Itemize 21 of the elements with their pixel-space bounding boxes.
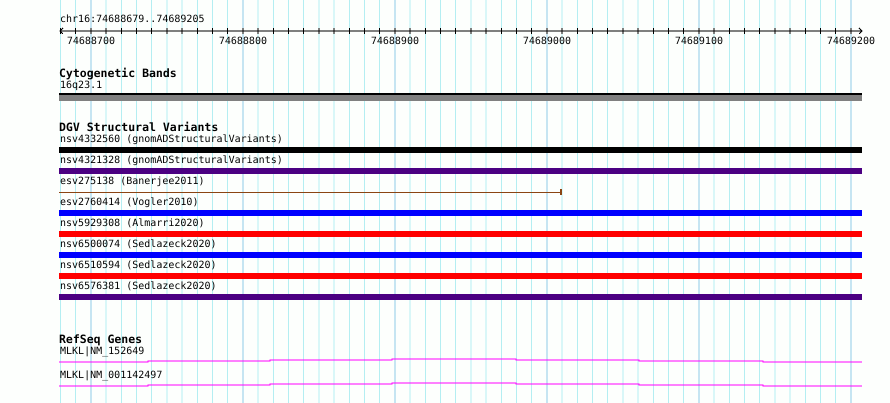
track-title: RefSeq Genes bbox=[59, 333, 144, 346]
tick-label: 74688700 bbox=[66, 36, 115, 48]
gene-label: MLKL|NM_001142497 bbox=[60, 370, 162, 382]
tick-label: 74689000 bbox=[522, 36, 571, 48]
variant-label: nsv4332560 (gnomADStructuralVariants) bbox=[60, 134, 283, 146]
band-label: 16q23.1 bbox=[60, 80, 102, 92]
region-label: chr16:74688679..74689205 bbox=[60, 14, 204, 26]
tick-label: 74688900 bbox=[370, 36, 419, 48]
variant-label: nsv5929308 (Almarri2020) bbox=[60, 218, 204, 230]
variant-label: nsv6500074 (Sedlazeck2020) bbox=[60, 239, 217, 251]
tick-label: 74689200 bbox=[826, 36, 875, 48]
tick-label: 74689100 bbox=[674, 36, 723, 48]
track-title: Cytogenetic Bands bbox=[59, 67, 178, 80]
variant-label: esv2760414 (Vogler2010) bbox=[60, 197, 198, 209]
track-title: DGV Structural Variants bbox=[59, 121, 220, 134]
variant-label: nsv4321328 (gnomADStructuralVariants) bbox=[60, 155, 283, 167]
variant-label: nsv6576381 (Sedlazeck2020) bbox=[60, 281, 217, 293]
variant-label: nsv6510594 (Sedlazeck2020) bbox=[60, 260, 217, 272]
gene-label: MLKL|NM_152649 bbox=[60, 346, 144, 358]
tick-label: 74688800 bbox=[218, 36, 267, 48]
variant-label: esv275138 (Banerjee2011) bbox=[60, 176, 204, 188]
